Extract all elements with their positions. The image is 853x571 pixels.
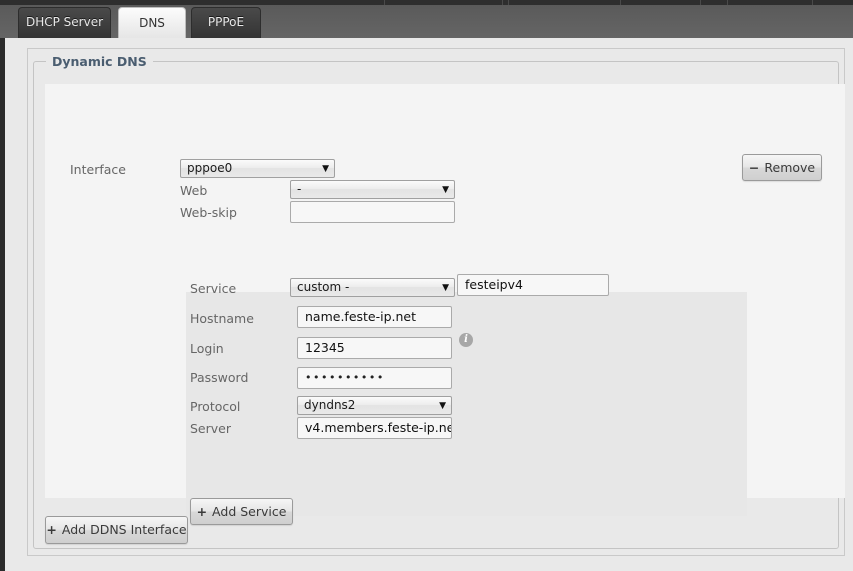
page-body: Dynamic DNS Interface pppoe0 ▼ Web - ▼ — [5, 38, 853, 571]
server-label: Server — [190, 421, 231, 437]
interface-select-value: pppoe0 — [187, 161, 232, 175]
login-input[interactable]: 12345 — [297, 337, 452, 359]
tab-bar: DHCP Server DNS PPPoE — [0, 5, 853, 38]
interface-label: Interface — [70, 162, 126, 178]
chevron-down-icon: ▼ — [322, 160, 329, 178]
chevron-down-icon: ▼ — [442, 181, 449, 199]
web-skip-input[interactable] — [290, 201, 455, 223]
tab-dns[interactable]: DNS — [118, 7, 186, 40]
web-select-value: - — [297, 182, 301, 196]
plus-icon: + — [197, 504, 207, 519]
add-ddns-interface-button[interactable]: + Add DDNS Interface — [45, 516, 188, 544]
service-name-input[interactable]: festeipv4 — [457, 274, 609, 296]
protocol-label: Protocol — [190, 399, 240, 415]
remove-interface-label: Remove — [764, 160, 815, 175]
chevron-down-icon: ▼ — [439, 397, 446, 415]
tab-dhcp-server-label: DHCP Server — [26, 15, 103, 29]
chevron-down-icon: ▼ — [442, 279, 449, 297]
add-service-label: Add Service — [212, 504, 286, 519]
tab-pppoe[interactable]: PPPoE — [191, 7, 261, 38]
protocol-select-value: dyndns2 — [304, 398, 355, 412]
plus-icon: + — [46, 522, 56, 537]
login-label: Login — [190, 341, 224, 357]
service-select-value: custom - — [297, 280, 349, 294]
remove-interface-button[interactable]: −Remove — [742, 154, 822, 181]
minus-icon: − — [749, 160, 759, 175]
dynamic-dns-legend: Dynamic DNS — [46, 53, 153, 71]
web-select[interactable]: - ▼ — [290, 180, 455, 199]
dynamic-dns-fieldset: Dynamic DNS Interface pppoe0 ▼ Web - ▼ — [33, 61, 839, 549]
service-label: Service — [190, 281, 236, 297]
content-container: Dynamic DNS Interface pppoe0 ▼ Web - ▼ — [27, 48, 845, 556]
service-panel — [186, 292, 747, 516]
application-window: DHCP Server DNS PPPoE Dynamic DNS Interf… — [0, 0, 853, 571]
interface-panel: Interface pppoe0 ▼ Web - ▼ Web-skip — [45, 84, 845, 498]
web-label: Web — [180, 183, 207, 199]
interface-select[interactable]: pppoe0 ▼ — [180, 159, 335, 178]
tab-dns-label: DNS — [139, 16, 165, 30]
hostname-label: Hostname — [190, 311, 254, 327]
tab-pppoe-label: PPPoE — [208, 15, 244, 29]
password-label: Password — [190, 370, 248, 386]
web-skip-label: Web-skip — [180, 205, 237, 221]
hostname-input[interactable]: name.feste-ip.net — [297, 306, 452, 328]
add-ddns-interface-label: Add DDNS Interface — [62, 522, 187, 537]
service-select[interactable]: custom - ▼ — [290, 278, 455, 297]
info-icon — [459, 333, 473, 347]
password-input[interactable]: •••••••••• — [297, 367, 452, 389]
tab-dhcp-server[interactable]: DHCP Server — [18, 7, 111, 38]
protocol-select[interactable]: dyndns2 ▼ — [297, 396, 452, 415]
server-input[interactable]: v4.members.feste-ip.net — [297, 417, 452, 439]
add-service-button[interactable]: + Add Service — [190, 498, 293, 525]
